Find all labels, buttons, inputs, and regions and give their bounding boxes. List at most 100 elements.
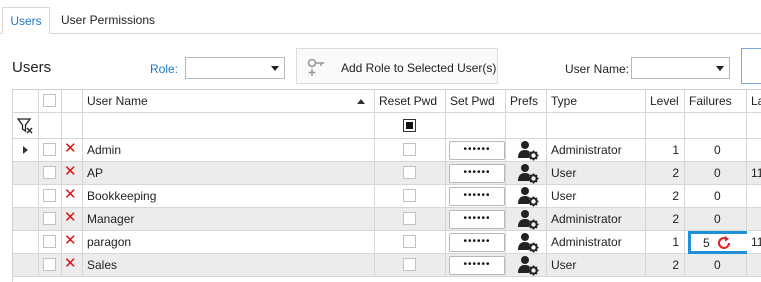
username-select[interactable] [631, 57, 730, 79]
failures-cell[interactable]: 0 [685, 254, 747, 277]
row-indicator[interactable] [13, 139, 39, 162]
row-select-checkbox[interactable] [43, 235, 56, 248]
user-gear-icon[interactable] [517, 255, 539, 276]
close-icon[interactable]: ✕ [64, 254, 77, 274]
last-cell[interactable]: 11/2 [747, 231, 761, 254]
row-select-cell[interactable] [39, 139, 62, 162]
type-cell[interactable]: Administrator [547, 231, 646, 254]
column-header-set-pwd[interactable]: Set Pwd [446, 90, 506, 113]
user-name-cell[interactable]: paragon [83, 231, 375, 254]
failures-cell[interactable]: 0 [685, 185, 747, 208]
table-row[interactable]: ✕ Bookkeeping •••••• User 2 0 [13, 185, 761, 208]
header-select-all[interactable] [39, 90, 62, 113]
reset-pwd-checkbox[interactable] [403, 166, 416, 179]
row-select-checkbox[interactable] [43, 189, 56, 202]
row-select-checkbox[interactable] [43, 143, 56, 156]
table-row[interactable]: ✕ paragon •••••• Administrator 1 5 11/2 [13, 231, 761, 254]
user-name-cell[interactable]: Admin [83, 139, 375, 162]
type-cell[interactable]: User [547, 254, 646, 277]
refresh-icon[interactable] [716, 235, 732, 251]
set-password-button[interactable]: •••••• [449, 141, 505, 160]
delete-user-cell[interactable]: ✕ [62, 254, 83, 277]
failures-cell[interactable]: 5 [685, 231, 750, 254]
row-select-checkbox[interactable] [43, 258, 56, 271]
row-select-cell[interactable] [39, 185, 62, 208]
set-password-button[interactable]: •••••• [449, 164, 505, 183]
reset-pwd-checkbox[interactable] [403, 189, 416, 202]
row-indicator[interactable] [13, 231, 39, 254]
filter-clear-cell[interactable] [13, 113, 39, 139]
level-cell[interactable]: 1 [646, 139, 685, 162]
set-password-button[interactable]: •••••• [449, 187, 505, 206]
level-cell[interactable]: 2 [646, 254, 685, 277]
reset-pwd-cell[interactable] [375, 139, 446, 162]
failures-cell[interactable]: 0 [685, 162, 747, 185]
toolbar-edge-button[interactable] [741, 48, 761, 84]
filter-user-name[interactable] [83, 113, 375, 139]
type-cell[interactable]: User [547, 185, 646, 208]
set-password-button[interactable]: •••••• [449, 233, 505, 252]
row-indicator[interactable] [13, 208, 39, 231]
set-password-button[interactable]: •••••• [449, 256, 505, 275]
set-password-button[interactable]: •••••• [449, 210, 505, 229]
tab-user-permissions[interactable]: User Permissions [52, 7, 164, 34]
reset-pwd-checkbox[interactable] [403, 212, 416, 225]
role-select[interactable] [185, 57, 285, 79]
reset-pwd-checkbox[interactable] [403, 143, 416, 156]
tab-users[interactable]: Users [2, 7, 50, 34]
row-select-cell[interactable] [39, 162, 62, 185]
row-select-checkbox[interactable] [43, 212, 56, 225]
close-icon[interactable]: ✕ [64, 185, 77, 205]
reset-pwd-cell[interactable] [375, 185, 446, 208]
filter-failures[interactable] [685, 113, 747, 139]
row-select-cell[interactable] [39, 231, 62, 254]
level-cell[interactable]: 1 [646, 231, 685, 254]
level-cell[interactable]: 2 [646, 185, 685, 208]
column-header-user-name[interactable]: User Name [83, 90, 375, 113]
row-indicator[interactable] [13, 162, 39, 185]
add-role-button[interactable]: Add Role to Selected User(s) [296, 48, 498, 84]
row-indicator[interactable] [13, 254, 39, 277]
last-cell[interactable] [747, 139, 761, 162]
column-header-level[interactable]: Level [646, 90, 685, 113]
filter-last[interactable] [747, 113, 761, 139]
column-header-reset-pwd[interactable]: Reset Pwd [375, 90, 446, 113]
delete-user-cell[interactable]: ✕ [62, 162, 83, 185]
last-cell[interactable] [747, 185, 761, 208]
user-name-cell[interactable]: Sales [83, 254, 375, 277]
table-row[interactable]: ✕ Admin •••••• Administrator 1 0 [13, 139, 761, 162]
delete-user-cell[interactable]: ✕ [62, 185, 83, 208]
filter-reset-pwd[interactable] [375, 113, 446, 139]
table-row[interactable]: ✕ Manager •••••• Administrator 2 0 [13, 208, 761, 231]
level-cell[interactable]: 2 [646, 162, 685, 185]
filter-type[interactable] [547, 113, 646, 139]
close-icon[interactable]: ✕ [64, 139, 77, 159]
table-row[interactable]: ✕ Sales •••••• User 2 0 [13, 254, 761, 277]
delete-user-cell[interactable]: ✕ [62, 208, 83, 231]
close-icon[interactable]: ✕ [64, 208, 77, 228]
user-name-cell[interactable]: Bookkeeping [83, 185, 375, 208]
reset-pwd-cell[interactable] [375, 208, 446, 231]
filter-clear-icon[interactable] [17, 117, 33, 135]
column-header-prefs[interactable]: Prefs [506, 90, 547, 113]
reset-pwd-filter-checkbox[interactable] [403, 119, 416, 132]
user-gear-icon[interactable] [517, 186, 539, 207]
type-cell[interactable]: Administrator [547, 208, 646, 231]
failures-highlight[interactable]: 5 [688, 231, 750, 254]
user-gear-icon[interactable] [517, 209, 539, 230]
level-cell[interactable]: 2 [646, 208, 685, 231]
type-cell[interactable]: Administrator [547, 139, 646, 162]
delete-user-cell[interactable]: ✕ [62, 139, 83, 162]
close-icon[interactable]: ✕ [64, 162, 77, 182]
last-cell[interactable] [747, 254, 761, 277]
reset-pwd-cell[interactable] [375, 231, 446, 254]
reset-pwd-checkbox[interactable] [403, 258, 416, 271]
close-icon[interactable]: ✕ [64, 231, 77, 251]
user-name-cell[interactable]: Manager [83, 208, 375, 231]
row-select-checkbox[interactable] [43, 166, 56, 179]
reset-pwd-cell[interactable] [375, 254, 446, 277]
column-header-type[interactable]: Type [547, 90, 646, 113]
reset-pwd-checkbox[interactable] [403, 235, 416, 248]
row-indicator[interactable] [13, 185, 39, 208]
column-header-last[interactable]: Last [747, 90, 761, 113]
